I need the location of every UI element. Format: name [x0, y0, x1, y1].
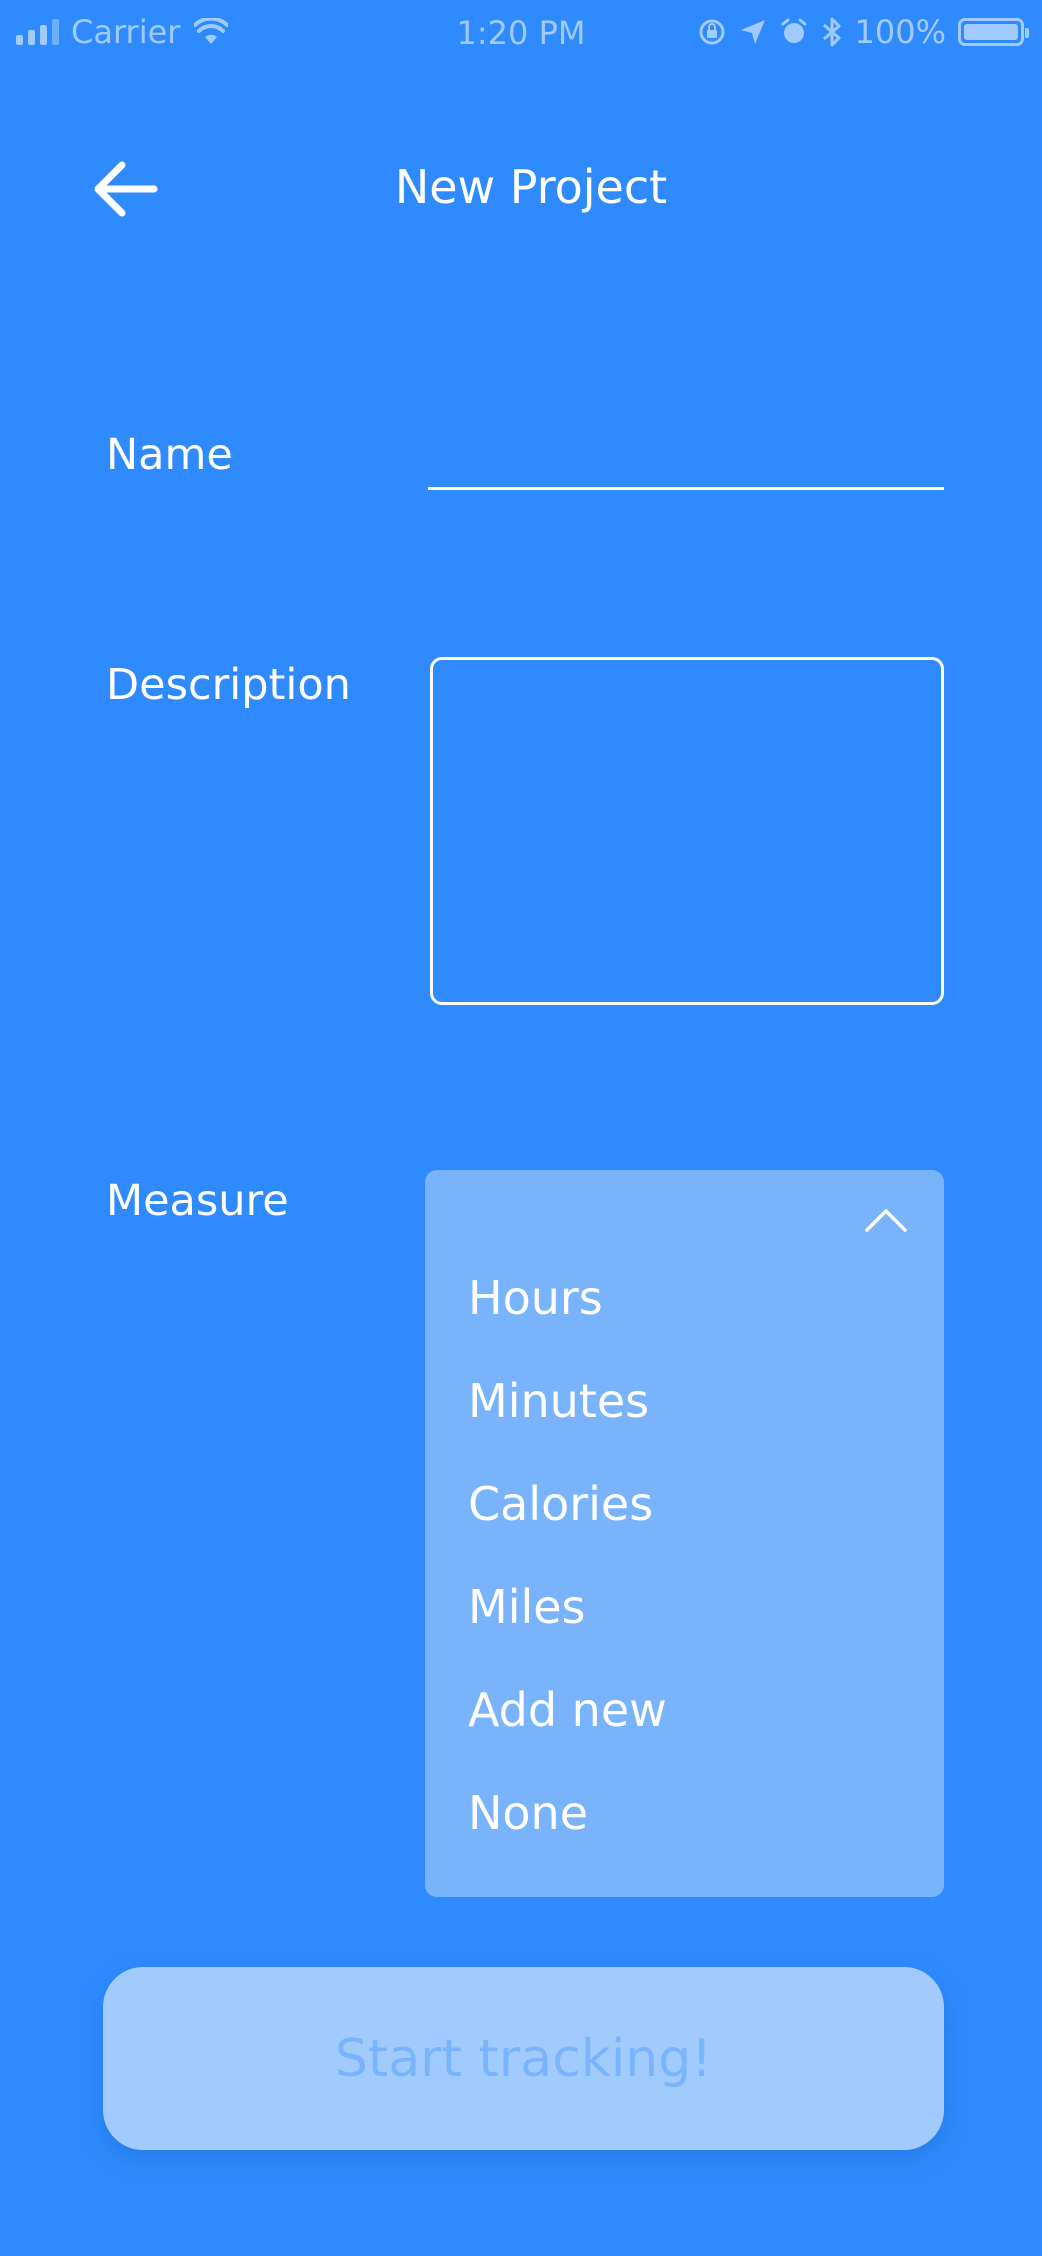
bluetooth-icon [822, 17, 841, 47]
measure-option-miles[interactable]: Miles [468, 1579, 667, 1682]
name-input[interactable] [428, 420, 944, 490]
description-input[interactable] [430, 657, 944, 1005]
status-bar: Carrier 1:20 PM 100% [0, 0, 1042, 66]
battery-icon [958, 18, 1029, 46]
battery-percentage: 100% [854, 13, 946, 51]
alarm-icon [781, 18, 807, 43]
new-project-screen: Carrier 1:20 PM 100% New Project Name De… [0, 0, 1042, 2256]
measure-option-minutes[interactable]: Minutes [468, 1373, 667, 1476]
measure-options: Hours Minutes Calories Miles Add new Non… [468, 1270, 667, 1888]
measure-option-calories[interactable]: Calories [468, 1476, 667, 1579]
chevron-up-icon [865, 1209, 907, 1232]
name-label: Name [106, 430, 233, 480]
measure-option-hours[interactable]: Hours [468, 1270, 667, 1373]
dropdown-toggle[interactable] [864, 1204, 908, 1234]
measure-dropdown[interactable]: Hours Minutes Calories Miles Add new Non… [425, 1170, 944, 1897]
page-title: New Project [394, 160, 668, 214]
status-right: 100% [697, 12, 1029, 52]
description-label: Description [106, 660, 351, 710]
measure-option-none[interactable]: None [468, 1785, 667, 1888]
location-arrow-icon [740, 20, 765, 44]
rotation-lock-icon [699, 19, 725, 45]
measure-label: Measure [106, 1176, 289, 1226]
measure-option-add-new[interactable]: Add new [468, 1682, 667, 1785]
start-tracking-button[interactable]: Start tracking! [103, 1967, 944, 2150]
